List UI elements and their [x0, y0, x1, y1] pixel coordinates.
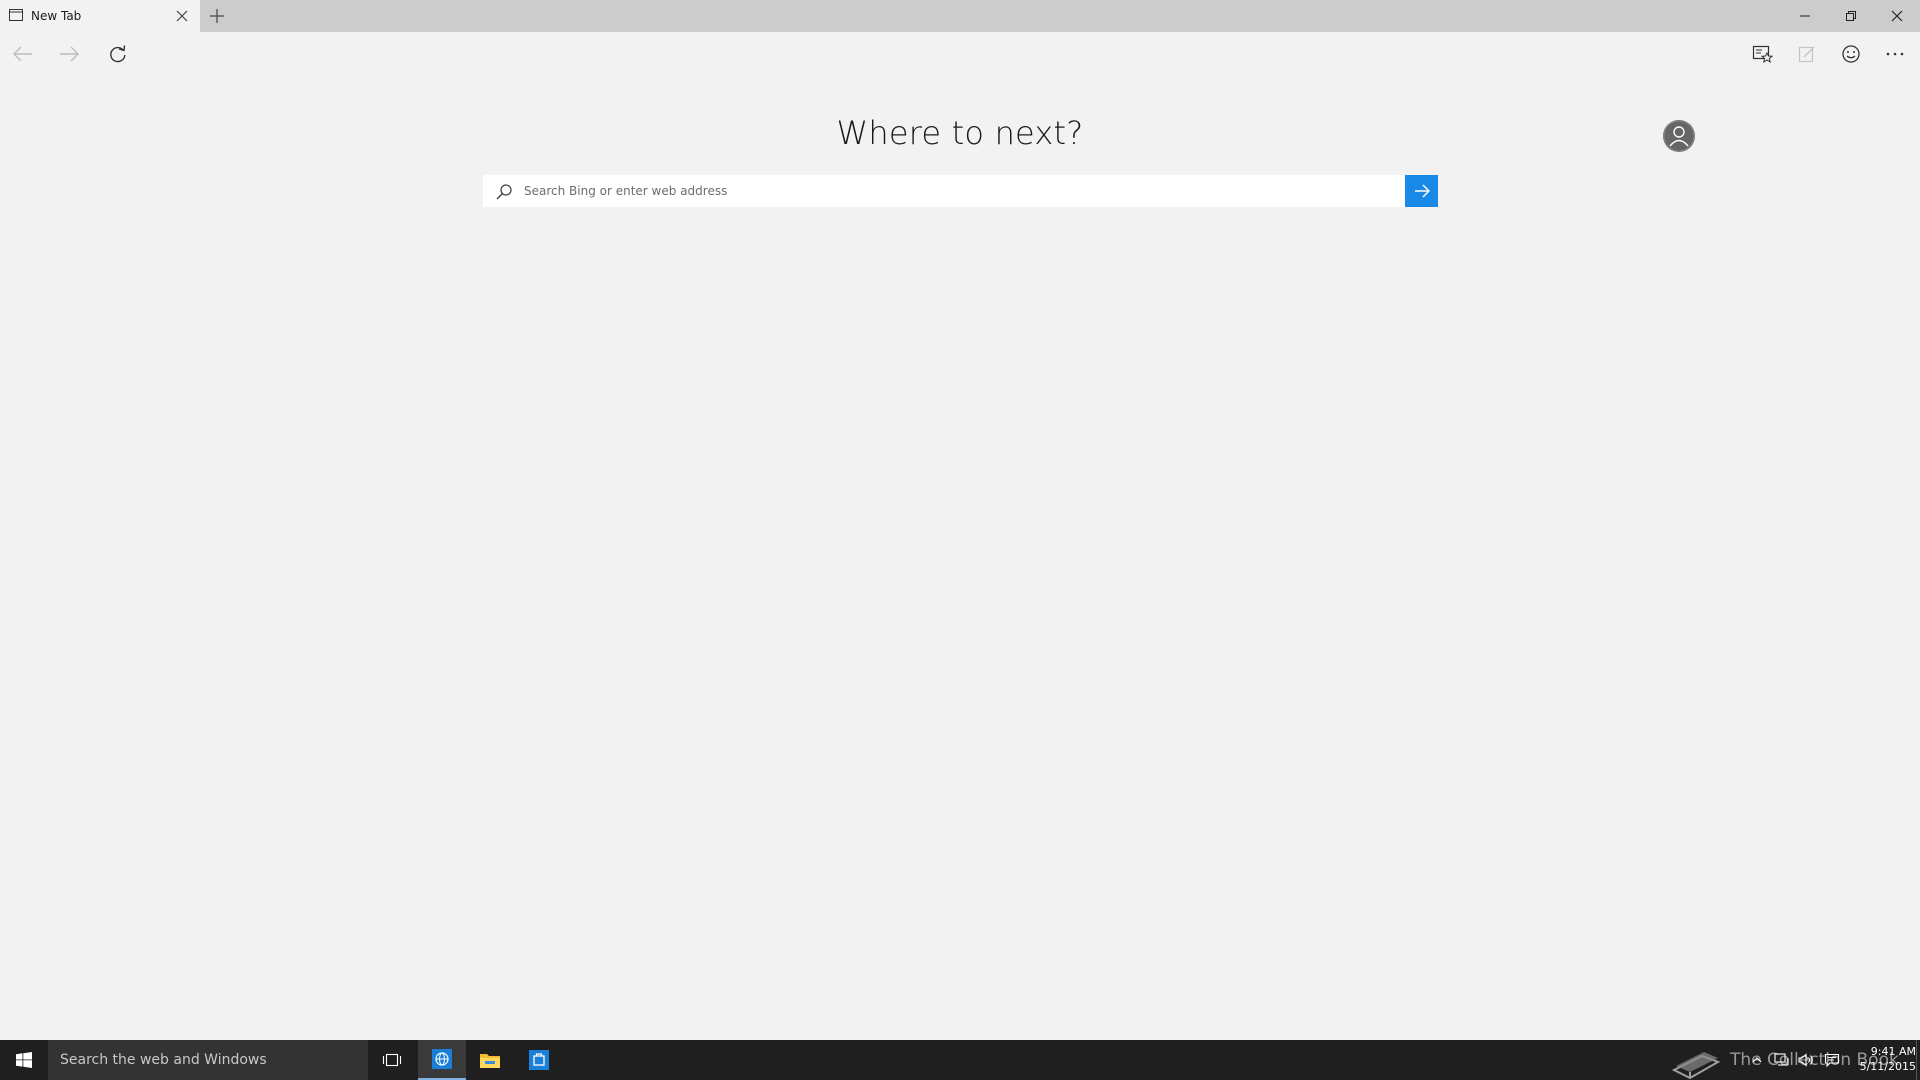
clock-date: 5/11/2015 [1859, 1060, 1916, 1073]
action-center-button[interactable] [1824, 1052, 1840, 1068]
show-hidden-icons-button[interactable] [1749, 1052, 1765, 1068]
back-arrow-icon [13, 46, 32, 62]
network-icon [1774, 1053, 1789, 1066]
show-desktop-button[interactable] [1916, 1040, 1920, 1080]
arrow-right-icon [1414, 184, 1430, 198]
search-box[interactable] [483, 175, 1438, 207]
more-button[interactable] [1881, 40, 1909, 68]
feedback-button[interactable] [1837, 40, 1865, 68]
start-button[interactable] [0, 1040, 48, 1080]
page-title: Where to next? [836, 114, 1084, 152]
avatar-silhouette [1663, 120, 1695, 152]
user-avatar-icon[interactable] [1663, 120, 1695, 152]
search-go-button[interactable] [1405, 175, 1438, 207]
folder-icon [480, 1054, 500, 1068]
search-input[interactable] [522, 176, 1392, 206]
forward-arrow-icon [60, 46, 79, 62]
close-tab-icon[interactable] [174, 8, 190, 24]
more-icon [1886, 52, 1904, 56]
chevron-up-icon [1752, 1057, 1762, 1063]
volume-icon [1798, 1053, 1813, 1067]
taskbar-search-text: Search the web and Windows [60, 1052, 267, 1068]
taskbar: Search the web and Windows The Collectio… [0, 1040, 1920, 1080]
new-tab-plus-icon[interactable] [208, 7, 226, 25]
volume-button[interactable] [1798, 1052, 1814, 1068]
network-button[interactable] [1774, 1052, 1790, 1068]
taskbar-search-box[interactable]: Search the web and Windows [48, 1040, 368, 1080]
book-logo-icon [1671, 1052, 1721, 1080]
web-note-button[interactable] [1793, 40, 1821, 68]
tab-new-tab[interactable]: New Tab [0, 0, 200, 32]
edge-taskbar-button[interactable] [418, 1040, 466, 1080]
close-window-button[interactable] [1874, 0, 1920, 32]
minimize-icon [1800, 15, 1810, 17]
restore-button[interactable] [1828, 0, 1874, 32]
reading-list-button[interactable] [1749, 40, 1777, 68]
tab-title: New Tab [31, 9, 82, 23]
windows-logo-icon [16, 1052, 32, 1068]
forward-button[interactable] [55, 40, 83, 68]
task-view-button[interactable] [368, 1040, 416, 1080]
smiley-icon [1842, 45, 1860, 63]
new-tab-page: Where to next? [0, 76, 1920, 1040]
store-icon [529, 1050, 549, 1070]
refresh-button[interactable] [104, 40, 132, 68]
tab-bar: New Tab [0, 0, 1920, 32]
search-icon [496, 184, 512, 200]
browser-icon [432, 1049, 452, 1069]
back-button[interactable] [9, 40, 37, 68]
reading-list-icon [1752, 45, 1774, 64]
web-note-icon [1798, 46, 1815, 63]
store-button[interactable] [515, 1040, 563, 1080]
restore-icon [1846, 11, 1856, 21]
task-view-icon [382, 1053, 402, 1067]
clock[interactable]: 9:41 AM 5/11/2015 [1850, 1044, 1916, 1074]
page-icon [9, 9, 23, 21]
close-icon [1891, 10, 1903, 22]
navigation-bar [0, 32, 1920, 76]
refresh-icon [110, 45, 126, 63]
notification-icon [1824, 1053, 1840, 1067]
clock-time: 9:41 AM [1870, 1045, 1916, 1058]
minimize-button[interactable] [1782, 0, 1828, 32]
file-explorer-button[interactable] [466, 1040, 514, 1080]
